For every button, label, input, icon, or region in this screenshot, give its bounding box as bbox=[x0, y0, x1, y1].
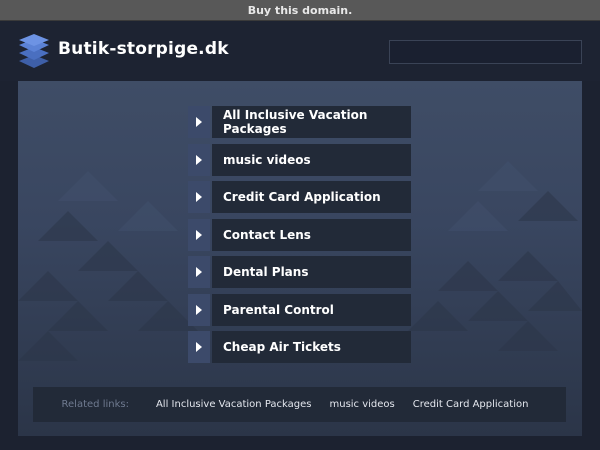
play-arrow-icon bbox=[188, 293, 210, 326]
play-arrow-icon bbox=[188, 218, 210, 251]
play-arrow-icon bbox=[188, 143, 210, 176]
menu-item[interactable]: Cheap Air Tickets bbox=[188, 331, 411, 363]
menu-item-label[interactable]: Credit Card Application bbox=[212, 181, 411, 213]
menu-item[interactable]: Credit Card Application bbox=[188, 181, 411, 213]
menu-item-label[interactable]: All Inclusive Vacation Packages bbox=[212, 106, 411, 138]
site-header: Butik-storpige.dk bbox=[0, 21, 600, 81]
play-arrow-icon bbox=[188, 331, 210, 363]
menu-item[interactable]: Contact Lens bbox=[188, 218, 411, 251]
menu-item-label[interactable]: music videos bbox=[212, 143, 411, 176]
menu-item-label[interactable]: Cheap Air Tickets bbox=[212, 331, 411, 363]
related-links-bar: Related links: All Inclusive Vacation Pa… bbox=[33, 387, 566, 422]
menu-item-label[interactable]: Dental Plans bbox=[212, 256, 411, 288]
related-link[interactable]: music videos bbox=[329, 399, 394, 410]
menu-item[interactable]: All Inclusive Vacation Packages bbox=[188, 106, 411, 138]
related-link[interactable]: All Inclusive Vacation Packages bbox=[156, 399, 312, 410]
site-title: Butik-storpige.dk bbox=[58, 39, 229, 59]
related-links-label: Related links: bbox=[61, 399, 129, 410]
menu-item[interactable]: music videos bbox=[188, 143, 411, 176]
play-arrow-icon bbox=[188, 106, 210, 138]
buy-domain-bar[interactable]: Buy this domain. bbox=[0, 0, 600, 21]
stacked-layers-icon bbox=[19, 34, 49, 68]
menu-item-label[interactable]: Parental Control bbox=[212, 293, 411, 326]
menu-item-label[interactable]: Contact Lens bbox=[212, 218, 411, 251]
search-input[interactable] bbox=[389, 40, 582, 64]
menu-item[interactable]: Dental Plans bbox=[188, 256, 411, 288]
main-panel: All Inclusive Vacation Packages music vi… bbox=[18, 81, 582, 436]
menu-item[interactable]: Parental Control bbox=[188, 293, 411, 326]
play-arrow-icon bbox=[188, 256, 210, 288]
related-link[interactable]: Credit Card Application bbox=[413, 399, 529, 410]
play-arrow-icon bbox=[188, 181, 210, 213]
buy-domain-link[interactable]: Buy this domain. bbox=[248, 4, 353, 17]
link-menu: All Inclusive Vacation Packages music vi… bbox=[188, 106, 411, 369]
